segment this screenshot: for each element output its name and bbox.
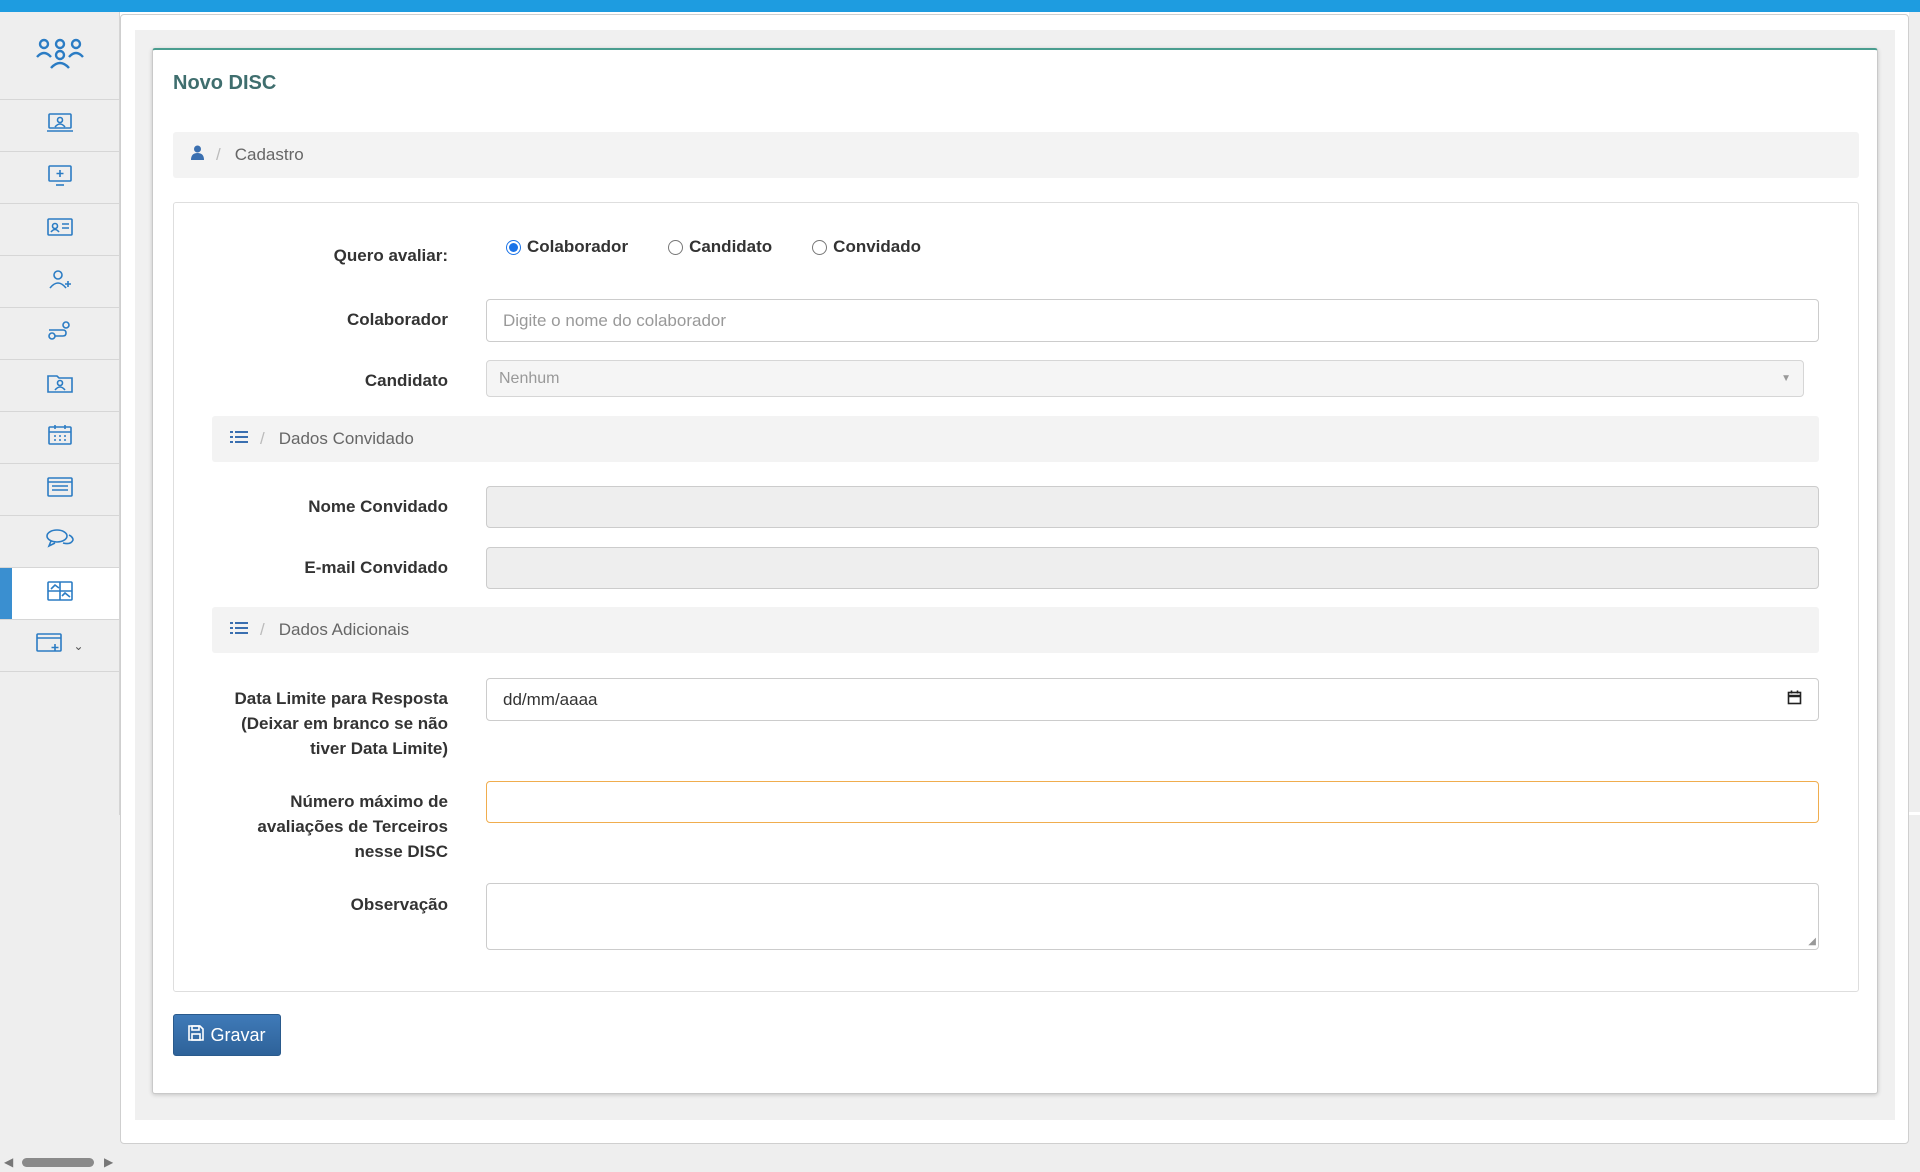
sidebar-item-laptop-user[interactable]	[0, 100, 119, 152]
monitor-add-icon	[46, 164, 74, 191]
data-limite-placeholder: dd/mm/aaaa	[503, 689, 598, 709]
email-convidado-label: E-mail Convidado	[304, 558, 448, 577]
floppy-disk-icon	[188, 1024, 210, 1046]
folder-user-icon	[46, 372, 74, 399]
data-limite-input[interactable]: dd/mm/aaaa	[486, 678, 1819, 721]
radio-candidato-label[interactable]: Candidato	[689, 237, 772, 257]
sidebar: ⌄	[0, 12, 120, 815]
sidebar-item-calendar[interactable]	[0, 412, 119, 464]
sidebar-logo[interactable]	[0, 12, 119, 100]
radio-colaborador-button[interactable]	[506, 239, 521, 255]
sidebar-item-list-window[interactable]	[0, 464, 119, 516]
numero-maximo-input[interactable]	[486, 781, 1819, 823]
breadcrumb-label: Cadastro	[234, 145, 304, 164]
disc-chart-icon	[46, 580, 74, 607]
calendar-icon[interactable]	[1787, 690, 1802, 710]
id-card-icon	[46, 216, 74, 243]
email-convidado-input[interactable]	[486, 547, 1819, 589]
save-button-label: Gravar	[210, 1024, 266, 1045]
laptop-user-icon	[46, 112, 74, 139]
form-container: Quero avaliar: Colaborador Candidato Con…	[173, 202, 1859, 992]
people-group-icon	[34, 37, 86, 74]
list-window-icon	[46, 476, 74, 503]
section-adicionais-label: Dados Adicionais	[278, 620, 410, 639]
horizontal-scrollbar-thumb[interactable]	[22, 1158, 94, 1167]
save-button[interactable]: Gravar	[173, 1014, 281, 1056]
numero-maximo-label-line1: Número máximo de	[290, 792, 448, 811]
section-convidado-label: Dados Convidado	[278, 429, 414, 448]
user-route-icon	[46, 320, 74, 347]
radio-candidato-button[interactable]	[668, 239, 684, 255]
resize-grip-icon[interactable]: ◢	[1808, 937, 1816, 947]
top-bar	[0, 0, 1920, 12]
colaborador-input[interactable]: Digite o nome do colaborador	[486, 299, 1819, 342]
dropdown-arrow-icon: ▼	[1781, 373, 1791, 384]
colaborador-label: Colaborador	[346, 310, 448, 329]
page-title: Novo DISC	[173, 72, 277, 94]
sidebar-item-id-card[interactable]	[0, 204, 119, 256]
data-limite-label-line3: tiver Data Limite)	[310, 739, 448, 758]
sidebar-item-user-route[interactable]	[0, 308, 119, 360]
sidebar-item-folder-user[interactable]	[0, 360, 119, 412]
nome-convidado-input[interactable]	[486, 486, 1819, 528]
candidato-selected-value: Nenhum	[499, 369, 560, 387]
data-limite-label: Data Limite para Resposta (Deixar em bra…	[174, 686, 448, 761]
new-disc-panel: Novo DISC / Cadastro Quero avaliar: Cola…	[152, 48, 1878, 1094]
candidato-select[interactable]: Nenhum ▼	[486, 360, 1804, 397]
radio-colaborador[interactable]: Colaborador	[506, 237, 628, 257]
sidebar-item-window-add[interactable]: ⌄	[0, 620, 119, 672]
user-add-icon	[46, 268, 74, 295]
sidebar-item-user-add[interactable]	[0, 256, 119, 308]
observacao-label: Observação	[350, 895, 448, 914]
user-icon	[191, 145, 204, 165]
chevron-down-icon: ⌄	[73, 638, 84, 653]
radio-convidado-button[interactable]	[812, 239, 828, 255]
quero-avaliar-label: Quero avaliar:	[333, 246, 448, 265]
observacao-textarea[interactable]: ◢	[486, 883, 1819, 950]
nome-convidado-label: Nome Convidado	[308, 497, 448, 516]
candidato-label: Candidato	[364, 371, 448, 390]
colaborador-placeholder: Digite o nome do colaborador	[503, 310, 727, 330]
avaliar-radio-group: Colaborador Candidato Convidado	[506, 237, 961, 257]
data-limite-label-line1: Data Limite para Resposta	[234, 689, 448, 708]
numero-maximo-label-line2: avaliações de Terceiros	[257, 817, 448, 836]
section-dados-adicionais: / Dados Adicionais	[212, 607, 1819, 653]
radio-convidado-label[interactable]: Convidado	[833, 237, 921, 257]
sidebar-item-disc[interactable]	[0, 568, 119, 620]
list-icon	[230, 620, 248, 640]
numero-maximo-label-line3: nesse DISC	[354, 842, 448, 861]
window-add-icon	[35, 632, 65, 659]
scroll-right-arrow-icon[interactable]: ▶	[104, 1155, 113, 1169]
radio-colaborador-label[interactable]: Colaborador	[527, 237, 628, 257]
right-edge	[1909, 12, 1920, 812]
section-dados-convidado: / Dados Convidado	[212, 416, 1819, 462]
breadcrumb: / Cadastro	[173, 132, 1859, 178]
chat-bubbles-icon	[45, 528, 75, 555]
list-icon	[230, 429, 248, 449]
sidebar-item-chat[interactable]	[0, 516, 119, 568]
radio-candidato[interactable]: Candidato	[668, 237, 772, 257]
numero-maximo-label: Número máximo de avaliações de Terceiros…	[174, 789, 448, 864]
sidebar-item-monitor-add[interactable]	[0, 152, 119, 204]
radio-convidado[interactable]: Convidado	[812, 237, 921, 257]
scroll-left-arrow-icon[interactable]: ◀	[4, 1155, 13, 1169]
data-limite-label-line2: (Deixar em branco se não	[241, 714, 448, 733]
calendar-icon	[46, 424, 74, 451]
